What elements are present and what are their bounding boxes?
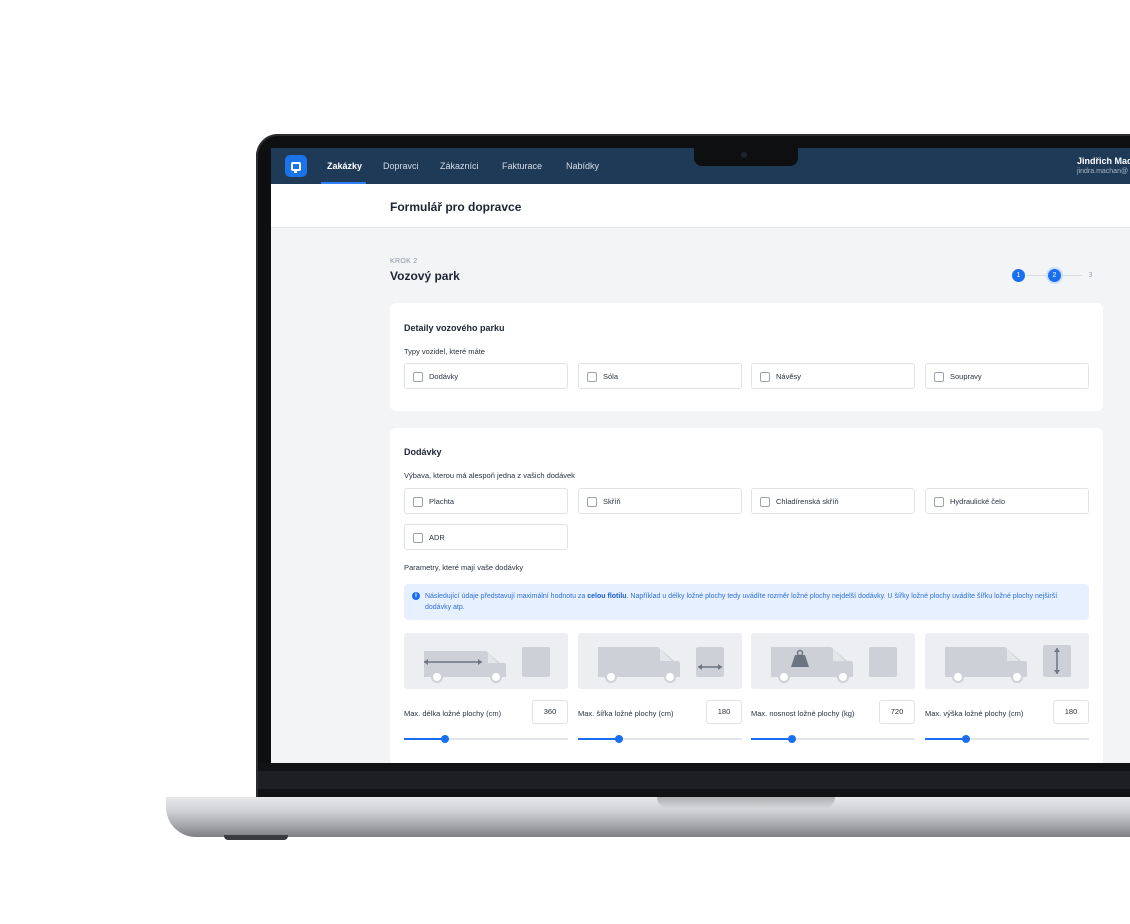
app-logo[interactable]	[285, 155, 307, 177]
step-3[interactable]: 3	[1084, 269, 1097, 282]
length-arrow-icon	[424, 647, 550, 683]
slider-fill	[578, 738, 619, 740]
step-1[interactable]: 1	[1012, 269, 1025, 282]
step-connector	[1027, 275, 1046, 276]
checkbox-label: Chladírenská skříň	[776, 497, 839, 506]
checkbox-sola[interactable]: Sóla	[578, 363, 742, 389]
slider-handle[interactable]	[615, 735, 623, 743]
vans-card: Dodávky Výbava, kterou má alespoň jedna …	[390, 428, 1103, 763]
param-label: Max. délka ložné plochy (cm)	[404, 709, 502, 718]
checkbox-label: Soupravy	[950, 372, 982, 381]
app-screen: Zakázky Dopravci Zákazníci Fakturace Nab…	[271, 148, 1130, 763]
height-arrow-icon	[945, 645, 1071, 683]
field-label: Výbava, kterou má alespoň jedna z vašich…	[404, 471, 575, 480]
param-input-height[interactable]: 180	[1053, 700, 1089, 724]
slider-height[interactable]	[925, 735, 1089, 743]
param-label: Max. šířka ložné plochy (cm)	[578, 709, 674, 718]
checkbox-icon	[413, 533, 423, 543]
checkbox-icon	[587, 372, 597, 382]
info-text: Následující údaje představují maximální …	[425, 593, 1058, 611]
field-label: Typy vozidel, které máte	[404, 347, 485, 356]
checkbox-hydraulicke-celo[interactable]: Hydraulické čelo	[925, 488, 1089, 514]
nav-item-zakazky[interactable]: Zakázky	[327, 148, 362, 184]
nav-item-dopravci[interactable]: Dopravci	[383, 148, 419, 184]
checkbox-plachta[interactable]: Plachta	[404, 488, 568, 514]
checkbox-icon	[934, 372, 944, 382]
checkbox-navesy[interactable]: Návěsy	[751, 363, 915, 389]
weight-icon	[771, 647, 897, 683]
opening-notch	[657, 797, 835, 809]
checkbox-dodavky[interactable]: Dodávky	[404, 363, 568, 389]
checkbox-label: Sóla	[603, 372, 619, 381]
param-label: Max. nosnost ložné plochy (kg)	[751, 709, 855, 718]
slider-width[interactable]	[578, 735, 742, 743]
slider-fill	[751, 738, 792, 740]
camera-notch	[694, 148, 798, 166]
checkbox-label: Hydraulické čelo	[950, 497, 1006, 506]
stepper: 1 2 3	[1012, 267, 1102, 283]
page-title: Formulář pro dopravce	[390, 200, 522, 214]
laptop-foot	[224, 835, 288, 840]
nav-item-fakturace[interactable]: Fakturace	[502, 148, 542, 184]
param-input-width[interactable]: 180	[706, 700, 742, 724]
hinge	[258, 771, 1130, 789]
checkbox-icon	[413, 372, 423, 382]
info-icon: i	[412, 592, 420, 600]
checkbox-chladirenska-skrin[interactable]: Chladírenská skříň	[751, 488, 915, 514]
checkbox-icon	[587, 497, 597, 507]
page-header: Formulář pro dopravce	[271, 184, 1130, 228]
checkbox-icon	[413, 497, 423, 507]
fleet-details-card: Detaily vozového parku Typy vozidel, kte…	[390, 303, 1103, 411]
step-connector	[1063, 275, 1082, 276]
van-length-illustration	[404, 633, 568, 689]
checkbox-soupravy[interactable]: Soupravy	[925, 363, 1089, 389]
field-label: Parametry, které mají vaše dodávky	[404, 563, 524, 572]
param-input-length[interactable]: 360	[532, 700, 568, 724]
nav-item-nabidky[interactable]: Nabídky	[566, 148, 599, 184]
checkbox-label: Plachta	[429, 497, 455, 506]
van-width-illustration	[578, 633, 742, 689]
card-title: Detaily vozového parku	[404, 323, 505, 333]
checkbox-label: Skříň	[603, 497, 621, 506]
step-title: Vozový park	[390, 269, 460, 283]
width-arrow-icon	[598, 647, 724, 683]
checkbox-icon	[760, 372, 770, 382]
checkbox-icon	[760, 497, 770, 507]
slider-handle[interactable]	[441, 735, 449, 743]
checkbox-icon	[934, 497, 944, 507]
slider-fill	[925, 738, 966, 740]
checkbox-label: Návěsy	[776, 372, 802, 381]
step-2[interactable]: 2	[1048, 269, 1061, 282]
van-load-illustration	[751, 633, 915, 689]
laptop-base	[166, 797, 1130, 837]
checkbox-label: ADR	[429, 533, 445, 542]
slider-handle[interactable]	[788, 735, 796, 743]
slider-handle[interactable]	[962, 735, 970, 743]
checkbox-skrin[interactable]: Skříň	[578, 488, 742, 514]
slider-load[interactable]	[751, 735, 915, 743]
info-banner: i Následující údaje představují maximáln…	[404, 584, 1089, 620]
user-name[interactable]: Jindřich Mach	[1077, 156, 1130, 166]
user-email: jindra.machan@	[1077, 168, 1129, 175]
card-title: Dodávky	[404, 447, 442, 457]
checkbox-label: Dodávky	[429, 372, 459, 381]
van-height-illustration	[925, 633, 1089, 689]
checkbox-adr[interactable]: ADR	[404, 524, 568, 550]
param-input-load[interactable]: 720	[879, 700, 915, 724]
step-kicker: KROK 2	[390, 258, 418, 265]
param-label: Max. výška ložné plochy (cm)	[925, 709, 1024, 718]
camera-icon	[741, 152, 747, 158]
slider-length[interactable]	[404, 735, 568, 743]
nav-item-zakaznici[interactable]: Zákazníci	[440, 148, 479, 184]
chat-logo-icon	[291, 161, 301, 173]
slider-fill	[404, 738, 445, 740]
